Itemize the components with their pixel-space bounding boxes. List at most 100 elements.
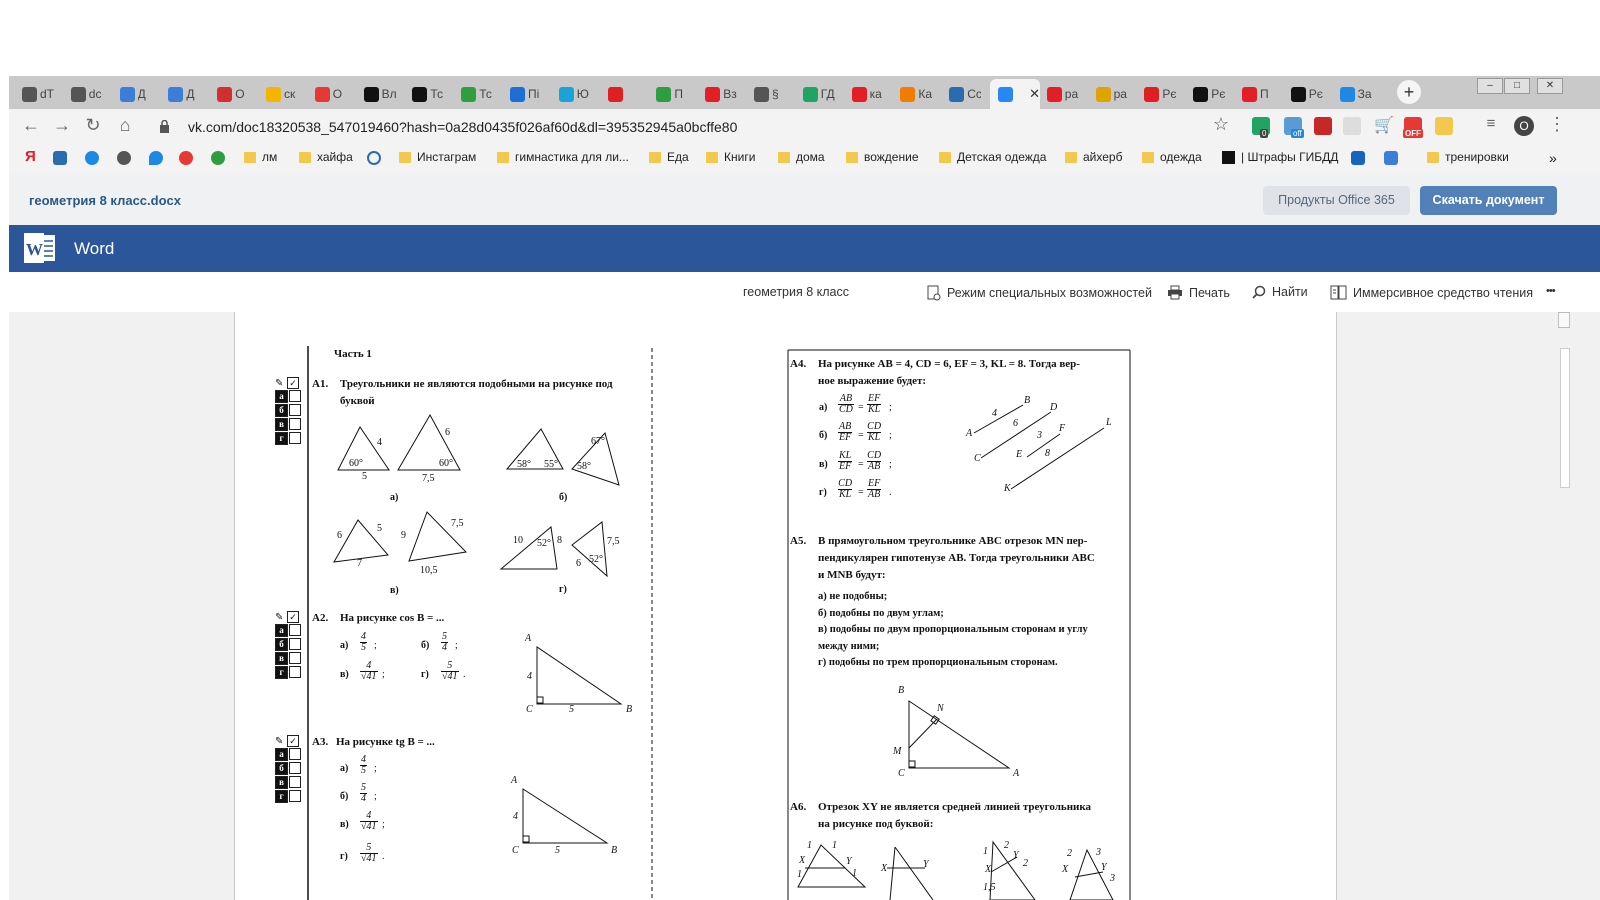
browser-tab[interactable]: Д	[112, 79, 160, 109]
browser-tab[interactable]: ✕	[990, 79, 1040, 109]
new-tab-button[interactable]: +	[1397, 80, 1421, 104]
bookmark-icon[interactable]	[179, 151, 193, 165]
maximize-button[interactable]: □	[1504, 78, 1530, 94]
globe-icon[interactable]	[117, 151, 131, 165]
browser-tab[interactable]: ск	[258, 79, 306, 109]
option-label: а)	[340, 763, 349, 774]
more-options-icon[interactable]: •••	[1546, 285, 1556, 297]
browser-tab[interactable]: Пі	[502, 79, 550, 109]
bookmark-item[interactable]: гимнастика для ли...	[497, 150, 629, 164]
back-icon[interactable]: ←	[19, 115, 43, 136]
bookmark-icon[interactable]	[1384, 151, 1398, 165]
answer-checkbox[interactable]	[289, 666, 301, 678]
bookmark-item[interactable]: дома	[778, 150, 825, 164]
answer-letter: г	[275, 789, 288, 803]
close-window-button[interactable]: ✕	[1537, 78, 1563, 94]
browser-tab[interactable]: Рє	[1185, 79, 1233, 109]
print-button[interactable]: Печать	[1167, 285, 1230, 300]
bookmark-icon[interactable]	[1351, 151, 1365, 165]
bookmark-icon[interactable]	[211, 151, 225, 165]
bookmark-item[interactable]: Еда	[649, 150, 689, 164]
tab-favicon-icon	[705, 86, 721, 102]
bookmark-icon[interactable]	[53, 151, 67, 165]
answer-checkbox[interactable]	[289, 652, 301, 664]
reload-icon[interactable]: ↻	[81, 115, 105, 136]
browser-tab[interactable]: Ю	[551, 79, 599, 109]
cart-icon[interactable]: 🛒	[1374, 117, 1394, 135]
browser-tab[interactable]: Рє	[1136, 79, 1184, 109]
browser-tab[interactable]: П	[648, 79, 696, 109]
answer-checkbox[interactable]	[289, 638, 301, 650]
star-icon[interactable]: ☆	[1209, 114, 1233, 135]
browser-tab[interactable]: За	[1332, 79, 1380, 109]
figure-label: б)	[559, 492, 568, 503]
bookmark-item[interactable]: айхерб	[1065, 150, 1122, 164]
bookmark-icon[interactable]	[85, 151, 99, 165]
bookmark-item[interactable]: тренировки	[1427, 150, 1509, 164]
scroll-handle[interactable]	[1558, 312, 1570, 328]
figure-label: Y	[1013, 850, 1019, 861]
bookmark-item[interactable]: лм	[244, 150, 277, 164]
figure-label: 5	[555, 845, 560, 856]
browser-tab[interactable]: §	[746, 79, 794, 109]
browser-tab[interactable]: ра	[1088, 79, 1136, 109]
browser-tab[interactable]: Вл	[356, 79, 404, 109]
accessibility-button[interactable]: Режим специальных возможностей	[927, 285, 1152, 301]
browser-tab[interactable]: Тс	[453, 79, 501, 109]
answer-checkbox[interactable]	[289, 776, 301, 788]
browser-tab[interactable]: П	[1234, 79, 1282, 109]
find-button[interactable]: Найти	[1252, 285, 1308, 299]
browser-tab[interactable]: Ка	[892, 79, 940, 109]
browser-tab[interactable]: Вз	[697, 79, 745, 109]
browser-tab[interactable]: Сс	[941, 79, 989, 109]
bookmark-item[interactable]: Детская одежда	[939, 150, 1046, 164]
browser-tab[interactable]: Тс	[404, 79, 452, 109]
history-icon[interactable]	[367, 151, 381, 165]
browser-tab[interactable]: ка	[844, 79, 892, 109]
immersive-reader-button[interactable]: Иммерсивное средство чтения	[1330, 285, 1533, 300]
browser-tab[interactable]: ГД	[795, 79, 843, 109]
bookmarks-more-icon[interactable]: »	[1549, 150, 1557, 166]
bookmark-item[interactable]: одежда	[1142, 150, 1202, 164]
tab-favicon-icon	[1339, 86, 1355, 102]
answer-checkbox[interactable]	[289, 432, 301, 444]
browser-tab[interactable]: Д	[160, 79, 208, 109]
url-text[interactable]: vk.com/doc18320538_547019460?hash=0a28d0…	[188, 119, 737, 135]
browser-tab[interactable]: ра	[1039, 79, 1087, 109]
office-products-button[interactable]: Продукты Office 365	[1263, 186, 1410, 215]
pdf-extension-icon[interactable]	[1314, 117, 1332, 135]
yandex-bookmark-icon[interactable]: Я	[25, 148, 39, 165]
home-icon[interactable]: ⌂	[113, 115, 137, 136]
bookmark-label: хайфа	[317, 150, 353, 164]
doc-text: 7,5	[607, 536, 620, 547]
bookmark-item[interactable]: | Штрафы ГИБДД	[1222, 150, 1338, 164]
numerator: 5	[442, 631, 447, 642]
minimize-button[interactable]: –	[1477, 78, 1503, 94]
menu-icon[interactable]: ⋮	[1545, 114, 1569, 135]
profile-avatar[interactable]: О	[1514, 116, 1534, 136]
answer-checkbox[interactable]	[289, 762, 301, 774]
search-extension-icon[interactable]	[1343, 117, 1361, 135]
browser-tab[interactable]: dT	[14, 79, 62, 109]
browser-tab[interactable]: О	[209, 79, 257, 109]
reading-list-icon[interactable]: ≡	[1479, 115, 1503, 132]
drop-icon[interactable]	[149, 151, 163, 165]
answer-checkbox[interactable]	[289, 390, 301, 402]
answer-checkbox[interactable]	[289, 418, 301, 430]
download-button[interactable]: Скачать документ	[1420, 186, 1557, 215]
browser-tab[interactable]: Рє	[1283, 79, 1331, 109]
browser-tab[interactable]: dc	[63, 79, 111, 109]
forward-icon[interactable]: →	[50, 115, 74, 136]
extension-icon[interactable]	[1435, 117, 1453, 135]
bookmark-item[interactable]: Инстаграм	[399, 150, 476, 164]
bookmark-item[interactable]: хайфа	[299, 150, 353, 164]
bookmark-item[interactable]: вождение	[846, 150, 919, 164]
answer-checkbox[interactable]	[289, 748, 301, 760]
answer-checkbox[interactable]	[289, 404, 301, 416]
bookmark-item[interactable]: Книги	[706, 150, 755, 164]
answer-checkbox[interactable]	[289, 790, 301, 802]
browser-tab[interactable]	[600, 79, 648, 109]
option-punct: ;	[382, 819, 385, 830]
answer-checkbox[interactable]	[289, 624, 301, 636]
browser-tab[interactable]: О	[307, 79, 355, 109]
